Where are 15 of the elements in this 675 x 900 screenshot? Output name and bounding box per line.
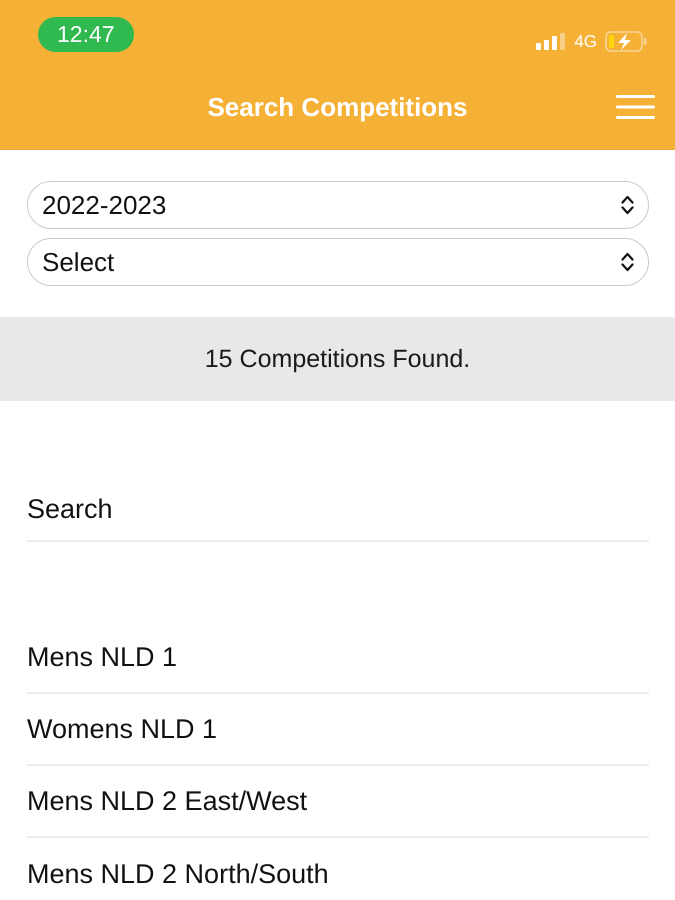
chevron-up-down-icon [621, 195, 634, 215]
clock-time: 12:47 [38, 17, 134, 52]
competition-list-item[interactable]: Womens NLD 1 [27, 714, 218, 744]
dropdown-select[interactable]: 2022-2023 [27, 181, 649, 229]
menu-button[interactable] [616, 94, 655, 119]
menu-icon [616, 94, 655, 119]
results-count-text: 15 Competitions Found. [204, 344, 470, 374]
competition-list-item[interactable]: Mens NLD 2 East/West [27, 786, 308, 816]
network-label: 4G [574, 32, 597, 52]
competition-list-item[interactable]: Mens NLD 1 [27, 642, 178, 672]
signal-icon [536, 33, 566, 50]
competition-list-item[interactable]: Mens NLD 2 North/South [27, 858, 329, 890]
dropdown-select[interactable]: Select [27, 238, 649, 286]
chevron-up-down-icon [621, 252, 634, 272]
page-title: Search Competitions [207, 90, 468, 123]
